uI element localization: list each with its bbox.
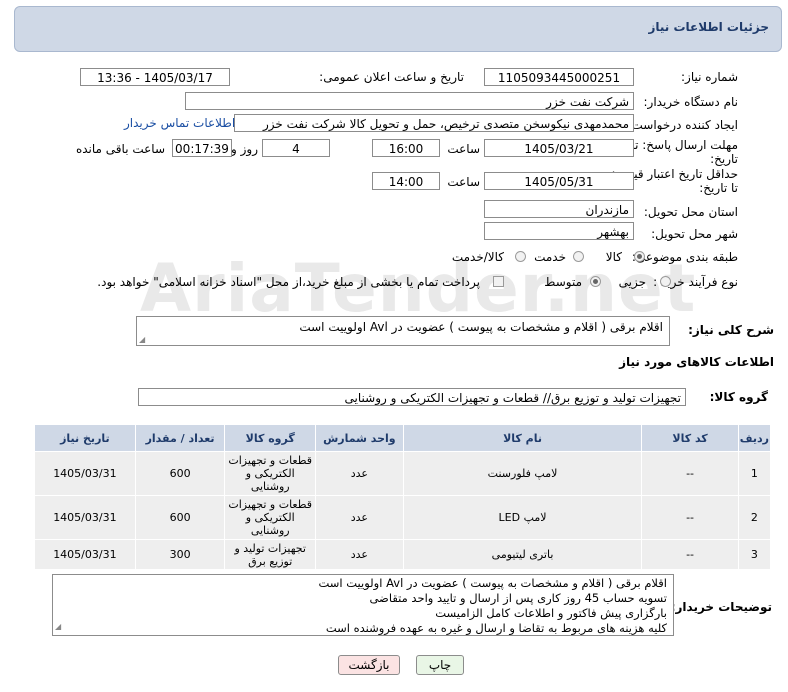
buyer-notes-textarea[interactable]: اقلام برقی ( اقلام و مشخصات به پیوست ) ع… xyxy=(52,574,674,636)
process-option-minor: جزیی xyxy=(618,275,646,289)
city-label: شهر محل تحویل: xyxy=(651,227,738,241)
contact-info-link[interactable]: اطلاعات تماس خریدار xyxy=(124,116,235,130)
cell-unit: عدد xyxy=(315,451,404,496)
validity-date-field: 1405/05/31 xyxy=(484,172,634,190)
goods-table: ردیف کد کالا نام کالا واحد شمارش گروه کا… xyxy=(34,424,772,570)
description-textarea[interactable]: اقلام برقی ( اقلام و مشخصات به پیوست ) ع… xyxy=(136,316,670,346)
cell-date: 1405/03/31 xyxy=(34,539,136,570)
category-option-goods-service: کالا/خدمت xyxy=(451,250,504,264)
cell-date: 1405/03/31 xyxy=(34,451,136,496)
table-row: 3 -- باتری لیتیومی عدد تجهیزات تولید و ت… xyxy=(34,539,772,570)
deadline-time-field: 16:00 xyxy=(372,139,440,157)
buyer-note-line: کلیه هزینه های مربوط به تقاضا و ارسال و … xyxy=(325,621,667,635)
need-number-label: شماره نیاز: xyxy=(681,70,738,84)
category-option-goods: کالا xyxy=(605,250,622,264)
remaining-time-field: 00:17:39 xyxy=(172,139,232,157)
cell-qty: 600 xyxy=(134,495,226,540)
cell-group: قطعات و تجهیزات الکتریکی و روشنایی xyxy=(224,495,317,540)
need-number-field: 1105093445000251 xyxy=(484,68,634,86)
payment-note: پرداخت تمام یا بخشی از مبلغ خرید،از محل … xyxy=(97,275,480,289)
process-option-medium: متوسط xyxy=(544,275,582,289)
cell-row: 3 xyxy=(737,539,772,570)
table-row: 2 -- لامپ LED عدد قطعات و تجهیزات الکتری… xyxy=(34,495,772,540)
category-radio-service[interactable] xyxy=(573,251,584,262)
category-label: طبقه بندی موضوعی: xyxy=(631,250,738,264)
back-button[interactable]: بازگشت xyxy=(338,655,400,675)
province-field: مازندران xyxy=(484,200,634,218)
category-radio-goods[interactable] xyxy=(634,251,645,262)
validity-time-field: 14:00 xyxy=(372,172,440,190)
goods-group-field: تجهیزات تولید و توزیع برق// قطعات و تجهی… xyxy=(138,388,686,406)
col-unit: واحد شمارش xyxy=(315,424,404,452)
col-row: ردیف xyxy=(737,424,772,452)
validity-time-label: ساعت xyxy=(447,175,480,189)
buyer-notes-label: توضیحات خریدار: xyxy=(670,600,772,614)
cell-row: 1 xyxy=(737,451,772,496)
col-qty: تعداد / مقدار xyxy=(134,424,226,452)
col-group: گروه کالا xyxy=(224,424,317,452)
days-field: 4 xyxy=(262,139,330,157)
deadline-label-date: تاریخ: xyxy=(710,152,738,166)
validity-label-date: تا تاریخ: xyxy=(699,181,738,195)
creator-field: محمدمهدی نیکوسخن متصدی ترخیص، حمل و تحوی… xyxy=(234,114,634,132)
cell-name: لامپ فلورسنت xyxy=(402,451,643,496)
deadline-time-label: ساعت xyxy=(447,142,480,156)
process-radio-minor[interactable] xyxy=(660,276,671,287)
remaining-time-label: ساعت باقی مانده xyxy=(75,142,165,156)
goods-section-title: اطلاعات کالاهای مورد نیاز xyxy=(619,355,774,369)
cell-code: -- xyxy=(641,495,739,540)
creator-label: ایجاد کننده درخواست: xyxy=(627,118,738,132)
table-header-row: ردیف کد کالا نام کالا واحد شمارش گروه کا… xyxy=(34,424,772,452)
province-label: استان محل تحویل: xyxy=(643,205,738,219)
process-radio-medium[interactable] xyxy=(590,276,601,287)
category-option-service: خدمت xyxy=(534,250,566,264)
cell-name: باتری لیتیومی xyxy=(402,539,643,570)
announce-label: تاریخ و ساعت اعلان عمومی: xyxy=(319,70,464,84)
cell-name: لامپ LED xyxy=(402,495,643,540)
buyer-note-line: بارگزاری پیش فاکتور و اطلاعات کامل الزام… xyxy=(435,606,667,620)
cell-group: تجهیزات تولید و توزیع برق xyxy=(224,539,317,570)
col-code: کد کالا xyxy=(641,424,739,452)
cell-code: -- xyxy=(641,539,739,570)
cell-qty: 600 xyxy=(134,451,226,496)
cell-unit: عدد xyxy=(315,495,404,540)
city-field: بهشهر xyxy=(484,222,634,240)
resize-handle-icon[interactable]: ◢ xyxy=(55,619,61,634)
page-title: جزئیات اطلاعات نیاز xyxy=(648,20,769,34)
buyer-org-field: شرکت نفت خزر xyxy=(185,92,634,110)
col-name: نام کالا xyxy=(402,424,643,452)
days-label: روز و xyxy=(231,142,258,156)
cell-code: -- xyxy=(641,451,739,496)
cell-date: 1405/03/31 xyxy=(34,495,136,540)
deadline-label: مهلت ارسال پاسخ: تا xyxy=(631,138,738,152)
buyer-note-line: تسویه حساب 45 روز کاری پس از ارسال و تای… xyxy=(369,591,667,605)
table-row: 1 -- لامپ فلورسنت عدد قطعات و تجهیزات ال… xyxy=(34,451,772,496)
description-label: شرح کلی نیاز: xyxy=(688,323,774,337)
goods-group-label: گروه کالا: xyxy=(709,390,768,404)
description-text: اقلام برقی ( اقلام و مشخصات به پیوست ) ع… xyxy=(299,320,663,334)
cell-unit: عدد xyxy=(315,539,404,570)
cell-row: 2 xyxy=(737,495,772,540)
buyer-org-label: نام دستگاه خریدار: xyxy=(643,95,739,109)
deadline-date-field: 1405/03/21 xyxy=(484,139,634,157)
treasury-checkbox[interactable] xyxy=(493,276,504,287)
cell-qty: 300 xyxy=(134,539,226,570)
resize-handle-icon[interactable]: ◢ xyxy=(139,335,145,344)
header-panel: جزئیات اطلاعات نیاز xyxy=(14,6,782,52)
col-date: تاریخ نیاز xyxy=(34,424,136,452)
announce-field: 1405/03/17 - 13:36 xyxy=(80,68,230,86)
cell-group: قطعات و تجهیزات الکتریکی و روشنایی xyxy=(224,451,317,496)
category-radio-goods-service[interactable] xyxy=(515,251,526,262)
buyer-note-line: اقلام برقی ( اقلام و مشخصات به پیوست ) ع… xyxy=(318,576,667,590)
print-button[interactable]: چاپ xyxy=(416,655,464,675)
